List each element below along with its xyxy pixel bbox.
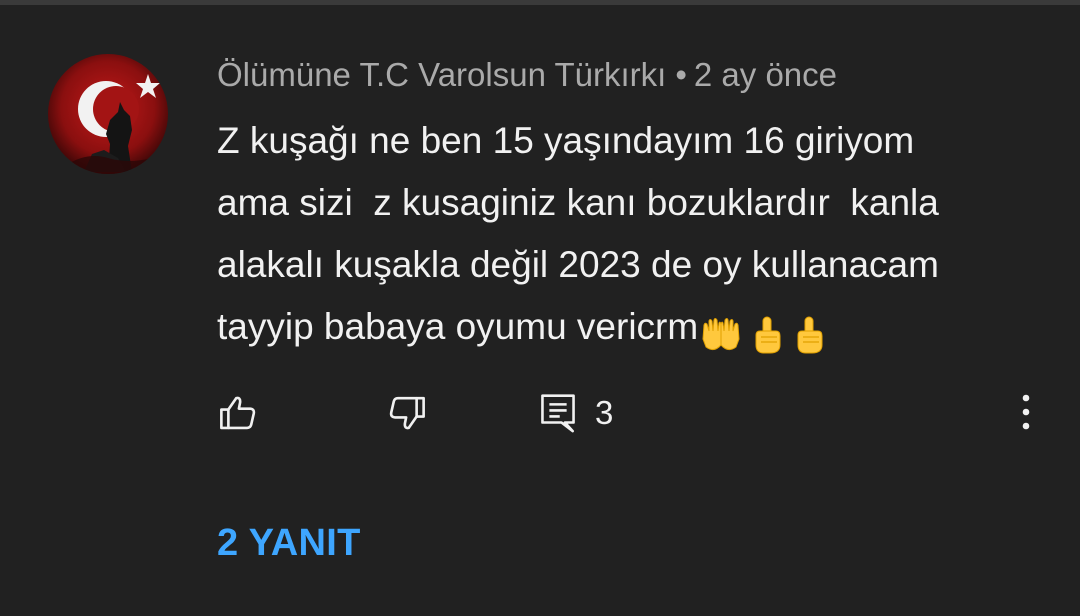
comment-line: ama sizi z kusaginiz kanı bozuklardır ka… (217, 182, 939, 223)
thumbs-down-icon (389, 396, 425, 430)
turkish-flag-wolf-avatar-icon (48, 54, 168, 174)
avatar[interactable] (48, 54, 168, 174)
emoji-group (700, 302, 834, 364)
dislike-button[interactable] (386, 392, 428, 434)
palms-up-together-emoji (702, 318, 740, 351)
reply-count: 3 (595, 394, 614, 431)
top-divider (0, 0, 1080, 5)
author-name[interactable]: Ölümüne T.C Varolsun Türkırkı (217, 56, 666, 93)
comment-line: alakalı kuşakla değil 2023 de oy kullana… (217, 244, 939, 285)
header-separator: • (675, 56, 687, 93)
more-options-button[interactable] (1010, 392, 1042, 434)
comment-icon (541, 394, 575, 433)
more-vertical-icon (1022, 394, 1030, 430)
comment-line-text: tayyip babaya oyumu vericrm (217, 306, 699, 347)
comment-line-last: tayyip babaya oyumu vericrm (217, 296, 1052, 364)
index-pointing-up-emoji (755, 316, 781, 354)
comment-header: Ölümüne T.C Varolsun Türkırkı • 2 ay önce (217, 56, 837, 94)
reply-button[interactable]: 3 (539, 392, 613, 434)
index-pointing-up-emoji (797, 316, 823, 354)
view-replies-link[interactable]: 2 YANIT (217, 522, 361, 565)
comment-line: Z kuşağı ne ben 15 yaşındayım 16 giriyom (217, 120, 915, 161)
comment-time[interactable]: 2 ay önce (694, 56, 837, 93)
comment-text: Z kuşağı ne ben 15 yaşındayım 16 giriyom… (217, 110, 1052, 364)
like-button[interactable] (217, 392, 259, 434)
thumbs-up-icon (220, 396, 256, 430)
